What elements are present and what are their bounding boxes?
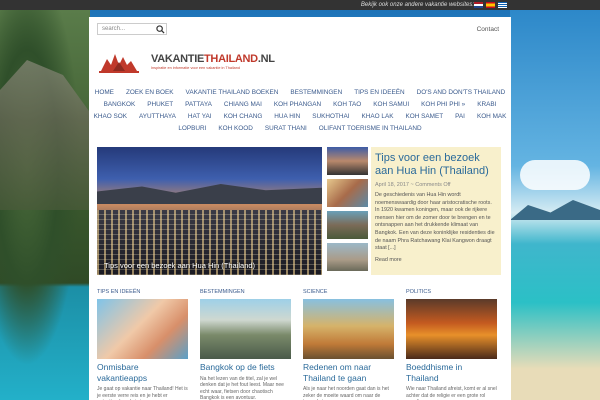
article-image[interactable] [97,299,188,359]
category-column: SCIENCE Redenen om naar Thailand te gaan… [303,289,394,400]
nav-item[interactable]: VAKANTIE THAILAND BOEKEN [180,87,285,99]
nav-item[interactable]: KOH KOOD [212,123,258,135]
background-cloud [520,160,590,190]
nav-item[interactable]: CHIANG MAI [218,99,268,111]
nav-item[interactable]: BESTEMMINGEN [284,87,348,99]
nav-item[interactable]: DO'S AND DON'TS THAILAND [411,87,512,99]
featured-meta: April 18, 2017 ~ Comments Off [375,182,451,188]
article-image[interactable] [406,299,497,359]
featured-slide-image[interactable]: Tips voor een bezoek aan Hua Hin (Thaila… [97,147,322,275]
netherlands-flag-icon[interactable] [474,2,483,8]
nav-item[interactable]: KOH TAO [327,99,367,111]
article-excerpt: Wie naar Thailand afreist, komt er al sn… [406,386,497,400]
article-title[interactable]: Onmisbare vakantieapps [97,362,188,383]
main-navigation: HOME ZOEK EN BOEK VAKANTIE THAILAND BOEK… [94,87,507,135]
top-bar: Bekijk ook onze andere vakantie websites… [0,0,600,10]
category-column: POLITICS Boeddhisme in Thailand Wie naar… [406,289,497,400]
article-title[interactable]: Bangkok op de fiets [200,362,291,373]
category-column: BESTEMMINGEN Bangkok op de fiets Na het … [200,289,291,400]
slider-thumbnails [327,147,368,275]
nav-item[interactable]: KOH MAK [471,111,512,123]
other-sites-text: Bekijk ook onze andere vakantie websites… [360,2,474,8]
category-label[interactable]: TIPS EN IDEEËN [97,289,188,295]
featured-date: April 18, 2017 [375,182,409,188]
temple-logo-icon [99,54,139,73]
background-mountains [510,200,600,220]
nav-item[interactable]: KOH SAMET [399,111,449,123]
nav-row: BANGKOK PHUKET PATTAYA CHIANG MAI KOH PH… [95,99,505,111]
nav-item[interactable]: SUKHOTHAI [306,111,355,123]
article-image[interactable] [200,299,291,359]
main-panel: search... Contact VAKANTIETHAILAND.NL In… [89,17,511,400]
category-label[interactable]: SCIENCE [303,289,394,295]
category-label[interactable]: BESTEMMINGEN [200,289,291,295]
category-label[interactable]: POLITICS [406,289,497,295]
nav-item[interactable]: KOH PHANGAN [268,99,327,111]
logo-text-tld: .NL [257,53,275,65]
slider-thumbnail[interactable] [327,147,368,175]
article-excerpt: Je gaat op vakantie naar Thailand! Het i… [97,386,188,400]
slide-caption[interactable]: Tips voor een bezoek aan Hua Hin (Thaila… [104,261,255,270]
featured-excerpt: De geschiedenis van Hua Hin wordt noemen… [375,192,495,252]
nav-item[interactable]: KOH CHANG [218,111,269,123]
search-icon[interactable] [156,25,165,34]
read-more-link[interactable]: Read more [375,257,497,265]
nav-item[interactable]: KRABI [471,99,502,111]
nav-row: KHAO SOK AYUTTHAYA HAT YAI KOH CHANG HUA… [94,111,507,123]
nav-item[interactable]: PAI [449,111,471,123]
site-logo[interactable]: VAKANTIETHAILAND.NL Inspiratie en inform… [99,51,275,73]
slider-thumbnail[interactable] [327,243,368,271]
featured-article-panel: Tips voor een bezoek aan Hua Hin (Thaila… [371,147,501,275]
greece-flag-icon[interactable] [498,2,507,8]
nav-item[interactable]: KOH PHI PHI » [415,99,471,111]
featured-comments: Comments Off [415,182,451,188]
nav-item[interactable]: AYUTTHAYA [133,111,182,123]
nav-item[interactable]: KHAO SOK [88,111,133,123]
nav-row: HOME ZOEK EN BOEK VAKANTIE THAILAND BOEK… [95,87,506,99]
nav-item[interactable]: LOPBURI [172,123,212,135]
logo-text-main: VAKANTIE [151,53,205,65]
nav-item[interactable]: OLIFANT TOERISME IN THAILAND [313,123,428,135]
logo-wordmark: VAKANTIETHAILAND.NL [151,53,275,65]
nav-item[interactable]: PATTAYA [179,99,218,111]
nav-item[interactable]: PHUKET [141,99,179,111]
article-excerpt: Als je naar het noorden gaat dan is het … [303,386,389,400]
article-image[interactable] [303,299,394,359]
logo-text-brand: THAILAND [204,53,258,65]
nav-item[interactable]: KHAO LAK [356,111,400,123]
slider-thumbnail[interactable] [327,211,368,239]
nav-item[interactable]: ZOEK EN BOEK [120,87,180,99]
featured-title[interactable]: Tips voor een bezoek aan Hua Hin (Thaila… [375,152,497,178]
category-column: TIPS EN IDEEËN Onmisbare vakantieapps Je… [97,289,188,400]
nav-item[interactable]: HAT YAI [182,111,218,123]
contact-link[interactable]: Contact [477,26,499,33]
nav-item[interactable]: HOME [89,87,120,99]
article-title[interactable]: Boeddhisme in Thailand [406,362,497,383]
nav-row: LOPBURI KOH KOOD SURAT THANI OLIFANT TOE… [95,123,505,135]
article-title[interactable]: Redenen om naar Thailand te gaan [303,362,394,383]
nav-item[interactable]: TIPS EN IDEEËN [348,87,410,99]
nav-item[interactable]: SURAT THANI [259,123,313,135]
logo-subtitle: Inspiratie en informatie voor een vakant… [151,66,240,70]
nav-item[interactable]: BANGKOK [98,99,142,111]
article-excerpt: Na het lezen van de titel, zal je wel de… [200,375,284,400]
nav-item[interactable]: KOH SAMUI [367,99,415,111]
background-beach-right [510,10,600,400]
nav-item[interactable]: HUA HIN [268,111,306,123]
spain-flag-icon[interactable] [486,2,495,8]
slider-thumbnail[interactable] [327,179,368,207]
